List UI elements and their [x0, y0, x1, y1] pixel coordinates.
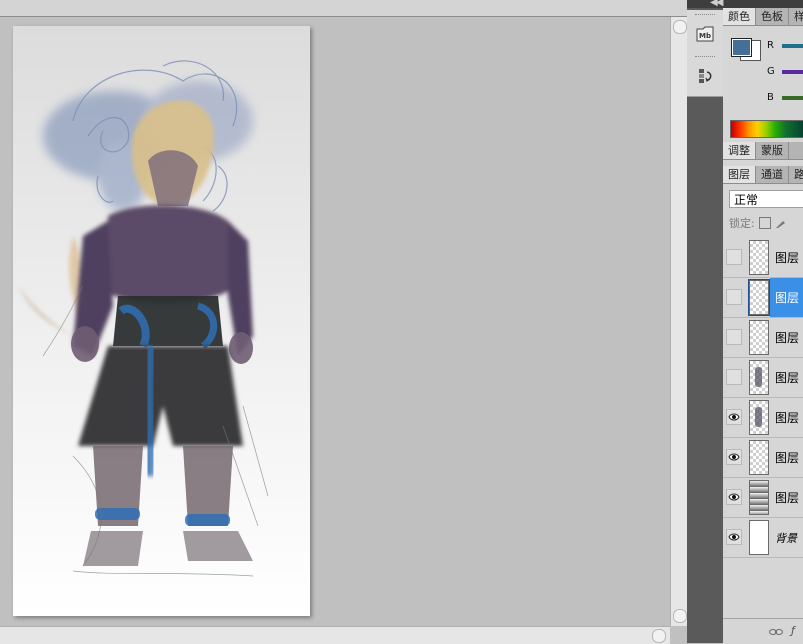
- history-button[interactable]: [692, 64, 718, 88]
- visibility-toggle[interactable]: [726, 369, 742, 385]
- blue-channel-label: B: [767, 92, 774, 103]
- layer-row[interactable]: 图层: [723, 358, 803, 398]
- layer-row[interactable]: 图层: [723, 238, 803, 278]
- layers-panel-tabs: 图层 通道 路: [723, 166, 803, 184]
- eye-icon: [728, 413, 740, 421]
- visibility-toggle[interactable]: [726, 529, 742, 545]
- layer-thumbnail[interactable]: [749, 360, 769, 395]
- lock-pixels-icon[interactable]: [775, 218, 786, 229]
- vertical-scrollbar[interactable]: [670, 17, 688, 626]
- layer-name[interactable]: 图层: [770, 238, 803, 277]
- mini-bridge-icon: Mb: [696, 26, 714, 42]
- scroll-down-arrow[interactable]: [673, 609, 687, 623]
- tab-styles[interactable]: 样: [789, 8, 803, 25]
- tab-masks[interactable]: 蒙版: [756, 142, 789, 159]
- layer-row[interactable]: 图层: [723, 318, 803, 358]
- lock-transparent-icon[interactable]: [758, 217, 771, 229]
- layer-name[interactable]: 图层: [770, 278, 803, 317]
- history-icon: [699, 69, 712, 83]
- visibility-toggle[interactable]: [726, 329, 742, 345]
- dock-header: [687, 0, 803, 8]
- toolbar-grip[interactable]: [695, 14, 715, 17]
- toolbar-grip-2[interactable]: [695, 56, 715, 59]
- layer-thumbnail[interactable]: [749, 480, 769, 515]
- tab-layers[interactable]: 图层: [723, 166, 756, 183]
- layer-thumbnail[interactable]: [749, 440, 769, 475]
- layer-thumbnail[interactable]: [749, 240, 769, 275]
- svg-text:Mb: Mb: [699, 32, 711, 40]
- tab-paths[interactable]: 路: [789, 166, 803, 183]
- layer-thumbnail[interactable]: [749, 320, 769, 355]
- link-layers-icon[interactable]: [769, 627, 783, 637]
- red-channel-label: R: [767, 40, 774, 51]
- layer-row[interactable]: 图层: [723, 398, 803, 438]
- layer-name[interactable]: 背景: [770, 518, 803, 557]
- tab-swatches[interactable]: 色板: [756, 8, 789, 25]
- layer-name[interactable]: 图层: [770, 438, 803, 477]
- scroll-up-arrow[interactable]: [673, 20, 687, 34]
- eye-icon: [728, 533, 740, 541]
- layer-thumbnail[interactable]: [749, 400, 769, 435]
- collapse-arrows-icon[interactable]: ◀◀: [710, 0, 723, 8]
- visibility-toggle[interactable]: [726, 489, 742, 505]
- color-panel: R G B: [723, 26, 803, 142]
- color-panel-tabs: 颜色 色板 样: [723, 8, 803, 26]
- layer-row[interactable]: 背景: [723, 518, 803, 558]
- horizontal-scrollbar[interactable]: [0, 626, 670, 644]
- visibility-toggle[interactable]: [726, 449, 742, 465]
- layer-name[interactable]: 图层: [770, 358, 803, 397]
- layers-list: 图层 图层 图层 图层 图层 图层 图层 背景: [723, 238, 803, 558]
- layer-style-icon[interactable]: ƒ: [791, 624, 795, 637]
- green-channel-label: G: [767, 66, 775, 77]
- layers-panel-footer: ƒ: [723, 618, 803, 644]
- visibility-toggle[interactable]: [726, 249, 742, 265]
- document-tab-bar: [0, 0, 687, 17]
- mini-toolbar: Mb: [687, 10, 723, 97]
- mini-bridge-button[interactable]: Mb: [692, 22, 718, 46]
- visibility-toggle[interactable]: [726, 289, 742, 305]
- lock-label: 锁定:: [729, 217, 755, 230]
- layer-row[interactable]: 图层: [723, 278, 803, 318]
- layer-thumbnail[interactable]: [748, 279, 770, 316]
- scroll-right-arrow[interactable]: [652, 629, 666, 643]
- lock-row: 锁定:: [723, 213, 803, 233]
- visibility-toggle[interactable]: [726, 409, 742, 425]
- blue-channel-slider[interactable]: [782, 96, 803, 100]
- tab-channels[interactable]: 通道: [756, 166, 789, 183]
- tab-adjustments[interactable]: 调整: [723, 142, 756, 159]
- layer-name[interactable]: 图层: [770, 478, 803, 517]
- foreground-color-swatch[interactable]: [731, 38, 752, 57]
- layer-name[interactable]: 图层: [770, 398, 803, 437]
- green-channel-slider[interactable]: [782, 70, 803, 74]
- character-painting: [18, 60, 269, 577]
- layer-row[interactable]: 图层: [723, 438, 803, 478]
- panels-column: 颜色 色板 样 R G B 调整 蒙版 图层 通道 路 正常 锁定: 图层 图层图…: [723, 8, 803, 644]
- layer-thumbnail[interactable]: [749, 520, 769, 555]
- eye-icon: [728, 493, 740, 501]
- adjustments-panel-tabs: 调整 蒙版: [723, 142, 803, 160]
- layer-row[interactable]: 图层: [723, 478, 803, 518]
- layer-name[interactable]: 图层: [770, 318, 803, 357]
- blend-mode-select[interactable]: 正常: [729, 190, 803, 208]
- color-spectrum-bar[interactable]: [730, 120, 803, 138]
- eye-icon: [728, 453, 740, 461]
- red-channel-slider[interactable]: [782, 44, 803, 48]
- document-canvas[interactable]: [13, 26, 310, 616]
- tab-color[interactable]: 颜色: [723, 8, 756, 25]
